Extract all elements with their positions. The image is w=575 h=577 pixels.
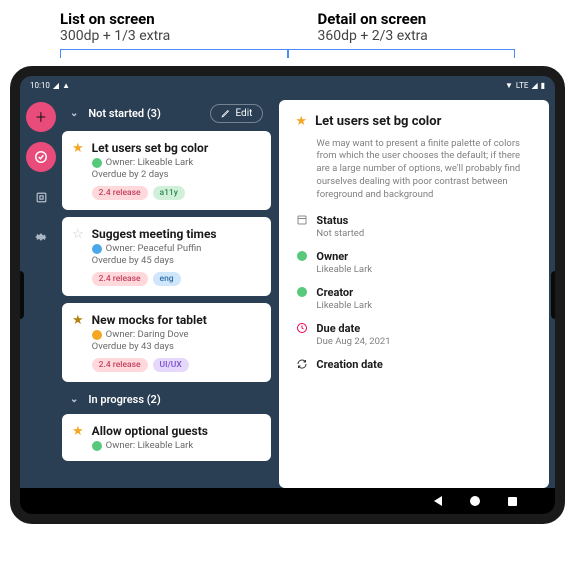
section-not-started[interactable]: ⌄ Not started (3) — [70, 104, 161, 123]
net-label: LTE — [516, 81, 529, 90]
card-overdue: Overdue by 43 days — [92, 341, 260, 352]
brackets — [10, 49, 565, 66]
list-pane: ⌄ Not started (3) Edit ★ Let users set b… — [62, 100, 271, 488]
chevron-down-icon: ⌄ — [70, 394, 78, 405]
card-title: Suggest meeting times — [92, 227, 260, 241]
star-icon[interactable]: ★ — [72, 141, 84, 200]
section-label: In progress (2) — [88, 393, 160, 406]
card-owner: Owner: Likeable Lark — [92, 157, 260, 168]
card-owner: Owner: Peaceful Puffin — [92, 243, 260, 254]
edit-button[interactable]: Edit — [210, 104, 263, 123]
signal-icon: ◢ — [531, 81, 537, 90]
rail-tasks-button[interactable] — [26, 142, 56, 172]
card-overdue: Overdue by 2 days — [92, 169, 260, 180]
list-label-title: List on screen — [60, 10, 258, 28]
field-creation: Creation date — [295, 358, 533, 371]
star-icon[interactable]: ★ — [72, 313, 84, 372]
nav-back[interactable] — [434, 496, 442, 506]
status-bar: 10:10 ◢ ▲ ▼ LTE ◢ ▮ — [20, 76, 555, 94]
device-frame: 10:10 ◢ ▲ ▼ LTE ◢ ▮ + — [10, 66, 565, 524]
field-due: Due dateDue Aug 24, 2021 — [295, 322, 533, 347]
detail-label-title: Detail on screen — [318, 10, 516, 28]
rail-settings-button[interactable] — [26, 222, 56, 252]
clock-icon — [295, 322, 308, 335]
chip[interactable]: 2.4 release — [92, 272, 148, 286]
detail-description: We may want to present a finite palette … — [295, 138, 533, 202]
warning-icon: ▲ — [62, 81, 70, 90]
detail-pane: ★ Let users set bg color We may want to … — [279, 100, 549, 488]
owner-avatar-icon — [92, 244, 102, 254]
status-icon — [295, 214, 308, 227]
layout-labels: List on screen 300dp + 1/3 extra Detail … — [10, 10, 565, 49]
card-overdue: Overdue by 45 days — [92, 255, 260, 266]
owner-icon — [295, 250, 308, 263]
nav-home[interactable] — [470, 496, 480, 506]
nav-recent[interactable] — [508, 497, 517, 506]
nav-rail: + — [20, 94, 62, 488]
chip[interactable]: eng — [153, 272, 181, 286]
card-title: Let users set bg color — [92, 141, 260, 155]
refresh-icon — [295, 358, 308, 371]
chip[interactable]: 2.4 release — [92, 358, 148, 372]
chip[interactable]: 2.4 release — [92, 186, 148, 200]
card-title: Allow optional guests — [92, 424, 260, 438]
detail-title: Let users set bg color — [315, 114, 441, 130]
owner-avatar-icon — [92, 330, 102, 340]
edit-label: Edit — [235, 108, 252, 119]
owner-avatar-icon — [92, 158, 102, 168]
field-status: StatusNot started — [295, 214, 533, 239]
card-owner: Owner: Likeable Lark — [92, 440, 260, 451]
add-button[interactable]: + — [26, 102, 56, 132]
list-label-sub: 300dp + 1/3 extra — [60, 28, 258, 44]
task-card[interactable]: ☆ Suggest meeting times Owner: Peaceful … — [62, 217, 271, 296]
field-creator: CreatorLikeable Lark — [295, 286, 533, 311]
field-owner: OwnerLikeable Lark — [295, 250, 533, 275]
status-time: 10:10 — [30, 81, 50, 90]
chevron-down-icon: ⌄ — [70, 108, 78, 119]
section-label: Not started (3) — [88, 107, 160, 120]
task-card[interactable]: ★ Allow optional guests Owner: Likeable … — [62, 414, 271, 461]
star-icon[interactable]: ★ — [72, 424, 84, 451]
detail-label-sub: 360dp + 2/3 extra — [318, 28, 516, 44]
rail-archive-button[interactable] — [26, 182, 56, 212]
task-card[interactable]: ★ Let users set bg color Owner: Likeable… — [62, 131, 271, 210]
status-icon: ◢ — [53, 81, 59, 90]
card-title: New mocks for tablet — [92, 313, 260, 327]
battery-icon: ▮ — [541, 81, 545, 90]
wifi-icon: ▼ — [505, 81, 513, 90]
chip[interactable]: UI/UX — [153, 358, 189, 372]
chip[interactable]: a11y — [153, 186, 185, 200]
star-icon[interactable]: ☆ — [72, 227, 84, 286]
android-navbar — [20, 488, 555, 514]
creator-icon — [295, 286, 308, 299]
section-in-progress[interactable]: ⌄ In progress (2) — [62, 389, 271, 414]
star-icon[interactable]: ★ — [295, 114, 307, 130]
owner-avatar-icon — [92, 441, 102, 451]
card-owner: Owner: Daring Dove — [92, 329, 260, 340]
task-card[interactable]: ★ New mocks for tablet Owner: Daring Dov… — [62, 303, 271, 382]
